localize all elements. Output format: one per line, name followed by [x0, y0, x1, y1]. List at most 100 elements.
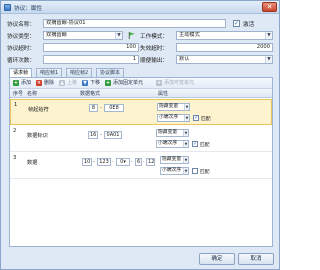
variable-type-select[interactable]: 隐藏变量 ▼ [156, 129, 189, 137]
work-mode-select[interactable]: 主动模式 ▼ [176, 31, 273, 40]
step-input[interactable]: 6 [135, 158, 142, 166]
header-format: 数据格式 [80, 91, 101, 97]
variable-type-value: 隐藏变量 [162, 157, 182, 162]
bit-width-input[interactable]: 8 [89, 104, 98, 112]
chevron-down-icon: ▼ [265, 56, 272, 63]
row-name: 帧起始符 [28, 107, 49, 113]
byte-order-select[interactable]: 小端次序 ▼ [160, 167, 189, 175]
delete-button-label: 删除 [44, 80, 55, 86]
app-icon [4, 4, 11, 11]
length-input[interactable]: 12 [146, 158, 155, 166]
value-input[interactable]: 0A01 [104, 131, 122, 139]
chevron-down-icon: ▼ [183, 168, 188, 174]
properties-dialog: 协议：属性 ✕ 协议名称： 双摘齿鲸-协议01 ✓ 激活 协议类型： 双摘齿鲸 … [0, 0, 280, 270]
retry-input[interactable]: 1 [43, 55, 139, 64]
work-mode-value: 主动模式 [179, 32, 200, 38]
table-row[interactable]: 2 数据标识 16 - 0A01 隐藏变量 ▼ 小端次序 ▼ ✓ 匹配 [10, 126, 272, 152]
title-bar[interactable]: 协议：属性 ✕ [1, 1, 279, 14]
protocol-type-value: 双摘齿鲸 [46, 32, 67, 38]
add-fixed-unit-button[interactable]: + 添加固定单元 [105, 80, 143, 88]
header-seq: 序号 [13, 91, 24, 97]
move-down-button-label: 下移 [90, 80, 101, 86]
match-label: 匹配 [200, 143, 210, 148]
retry-label: 循环次数： [7, 58, 35, 64]
separator: - [100, 105, 102, 111]
bit-width-input[interactable]: 16 [88, 131, 98, 139]
variable-type-select[interactable]: 隐藏变量 ▼ [160, 156, 189, 164]
byte-order-select[interactable]: 小端次序 ▼ [157, 114, 190, 122]
table-row[interactable]: 1 帧起始符 8 - 0E8 隐藏变量 ▼ 小端次序 ▼ ✓ 匹配 [10, 99, 272, 125]
protocol-timeout-input[interactable]: 100 [43, 43, 139, 52]
byte-order-value: 小端次序 [162, 168, 182, 173]
work-mode-label: 工作模式： [140, 34, 168, 40]
arrow-up-icon: ▲ [59, 80, 65, 86]
delete-button[interactable]: × 删除 [36, 80, 54, 88]
add-fixed-unit-label: 添加固定单元 [113, 80, 144, 86]
mode-select[interactable]: 默认 ▼ [176, 55, 273, 64]
add-variable-icon: + [156, 80, 162, 86]
enable-label: 激活 [243, 22, 255, 28]
move-up-button-label: 上移 [67, 80, 78, 86]
ok-button[interactable]: 确定 [199, 253, 235, 265]
min-value-input[interactable]: 123 [97, 158, 111, 166]
move-up-button[interactable]: ▲ 上移 [59, 80, 77, 88]
protocol-name-input[interactable]: 双摘齿鲸-协议01 [43, 19, 226, 28]
add-variable-unit-button[interactable]: + 添加可变单元 [156, 80, 194, 88]
window-title: 协议：属性 [14, 6, 42, 12]
variable-type-value: 隐藏变量 [159, 104, 179, 109]
match-checkbox[interactable]: ✓ [192, 141, 198, 147]
chevron-down-icon: ▼ [183, 141, 188, 147]
send-timeout-input[interactable]: 2000 [176, 43, 273, 52]
add-icon: + [13, 80, 19, 86]
value-hex: E8 [112, 105, 119, 111]
value-input[interactable]: 0E8 [104, 104, 124, 112]
row-seq: 2 [13, 128, 17, 134]
add-button[interactable]: + 添加 [13, 80, 31, 88]
chevron-down-icon: ▼ [183, 157, 188, 163]
match-label: 匹配 [200, 170, 210, 175]
separator: - [100, 132, 102, 138]
mode-value: 默认 [179, 56, 190, 62]
header-name: 名称 [27, 91, 38, 97]
request-frame-panel: + 添加 × 删除 ▲ 上移 ▼ 下移 + 添加固定单元 + 添加可变单元 序号… [9, 77, 273, 247]
cancel-button[interactable]: 取消 [238, 253, 274, 265]
tab-protocol-script[interactable]: 协议脚本 [96, 68, 125, 77]
close-button[interactable]: ✕ [262, 2, 277, 12]
bit-width-input[interactable]: 10 [82, 158, 92, 166]
match-checkbox[interactable]: ✓ [193, 115, 199, 121]
arrow-down-icon: ▼ [82, 80, 88, 86]
add-button-label: 添加 [21, 80, 32, 86]
add-variable-unit-label: 添加可变单元 [164, 80, 195, 86]
row-name: 数据 [27, 160, 38, 166]
chevron-down-icon: ▼ [183, 130, 188, 136]
byte-order-select[interactable]: 小端次序 ▼ [156, 140, 189, 148]
flag-icon[interactable] [127, 31, 136, 40]
send-timeout-label: 失效超时： [140, 46, 168, 52]
variable-type-value: 隐藏变量 [158, 130, 178, 135]
max-value-input[interactable]: 0▾ [116, 158, 130, 166]
delete-icon: × [36, 80, 42, 86]
row-name: 数据标识 [27, 133, 48, 139]
byte-order-value: 小端次序 [159, 115, 179, 120]
tab-response-frame-1[interactable]: 响应帧1 [36, 68, 63, 77]
match-checkbox[interactable] [192, 168, 198, 174]
match-label: 匹配 [201, 117, 211, 122]
protocol-type-select[interactable]: 双摘齿鲸 ▼ [43, 31, 123, 40]
protocol-type-label: 协议类型： [7, 34, 35, 40]
tab-response-frame-2[interactable]: 响应帧2 [66, 68, 93, 77]
row-seq: 3 [13, 155, 17, 161]
grid-header: 序号 名称 数据格式 属性 [10, 89, 272, 98]
chevron-down-icon: ▼ [184, 115, 189, 121]
table-row[interactable]: 3 数据 10 - 123 · 0▾ · 6 · 12 隐藏变量 ▼ 小端次序 … [10, 153, 272, 179]
chevron-down-icon: ▼ [265, 32, 272, 39]
separator: - [93, 159, 95, 165]
protocol-name-label: 协议名称： [7, 22, 35, 28]
enable-checkbox[interactable]: ✓ [233, 20, 240, 27]
separator: · [131, 159, 133, 165]
move-down-button[interactable]: ▼ 下移 [82, 80, 100, 88]
byte-order-value: 小端次序 [158, 141, 178, 146]
variable-type-select[interactable]: 隐藏变量 ▼ [157, 103, 190, 111]
separator: · [143, 159, 145, 165]
add-fixed-icon: + [105, 80, 111, 86]
mode-label: 顺便输出： [140, 58, 168, 64]
